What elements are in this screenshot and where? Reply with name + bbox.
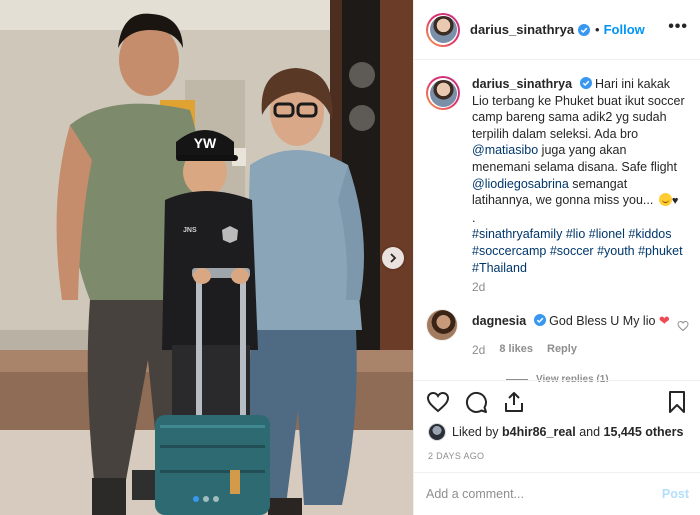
instagram-post-view: YW JNS darius_sinathrya • Follow ••• dar… — [0, 0, 700, 515]
caption-text: darius_sinathrya Hari ini kakak Lio terb… — [472, 76, 686, 276]
hashtag-link[interactable]: #lionel — [589, 227, 625, 241]
comment-meta: 2d 8 likes Reply — [472, 343, 577, 357]
author-username[interactable]: darius_sinathrya — [470, 22, 574, 37]
comment-bubble-icon[interactable] — [464, 390, 488, 414]
carousel-dot-active — [193, 496, 199, 502]
hashtag-link[interactable]: #sinathryafamily — [472, 227, 562, 241]
jacket-logo-text: JNS — [183, 227, 197, 234]
post-date[interactable]: 2 DAYS AGO — [428, 451, 484, 461]
add-comment-bar: Post — [414, 472, 700, 515]
carousel-dot — [203, 496, 209, 502]
mention-link[interactable]: @matiasibo — [472, 143, 538, 157]
liked-by-prefix: Liked by — [452, 425, 499, 439]
caption-author-username[interactable]: darius_sinathrya — [472, 77, 572, 91]
mention-link[interactable]: @liodiegosabrina — [472, 177, 569, 191]
post-comment-button[interactable]: Post — [662, 487, 689, 501]
author-avatar[interactable] — [426, 12, 460, 47]
avatar-image — [429, 79, 457, 107]
comment-body: dagnesia God Bless U My lio ❤ — [472, 309, 672, 341]
hashtag-link[interactable]: #youth — [597, 244, 635, 258]
hashtag-link[interactable]: #soccer — [550, 244, 594, 258]
hashtag-link[interactable]: #kiddos — [628, 227, 671, 241]
comment-text: God Bless U My lio — [549, 314, 656, 328]
action-icon-row — [426, 390, 526, 414]
caption-dot: . — [472, 210, 476, 225]
comment-item: dagnesia God Bless U My lio ❤ — [426, 309, 696, 341]
verified-badge-icon — [578, 23, 591, 36]
comment-timestamp[interactable]: 2d — [472, 343, 485, 357]
header-separator: • — [595, 22, 600, 37]
comment-likes-count[interactable]: 8 likes — [499, 343, 533, 357]
photo-illustration: YW JNS — [0, 0, 413, 515]
more-options-button[interactable]: ••• — [668, 19, 688, 35]
like-heart-icon[interactable] — [426, 390, 450, 414]
post-photo[interactable]: YW JNS — [0, 0, 413, 515]
post-actions: Liked by b4hir86_real and 15,445 others … — [414, 380, 700, 472]
share-upload-icon[interactable] — [502, 390, 526, 414]
cap-logo-text: YW — [194, 135, 217, 151]
caption-timestamp[interactable]: 2d — [472, 280, 485, 294]
commenter-username[interactable]: dagnesia — [472, 314, 526, 328]
comments-scroll-area[interactable]: darius_sinathrya Hari ini kakak Lio terb… — [414, 60, 700, 382]
hashtag-link[interactable]: #Thailand — [472, 261, 527, 275]
caption-heart: ♥ — [671, 195, 679, 208]
liker-avatar[interactable] — [428, 423, 446, 441]
comment-like-heart-icon[interactable] — [677, 319, 689, 335]
add-comment-input[interactable] — [426, 487, 662, 501]
red-heart-emoji: ❤ — [658, 313, 670, 328]
hashtag-list: #sinathryafamily #lio #lionel #kiddos #s… — [472, 226, 686, 276]
post-caption: darius_sinathrya Hari ini kakak Lio terb… — [426, 76, 696, 276]
carousel-dot — [213, 496, 219, 502]
commenter-avatar[interactable] — [426, 309, 458, 341]
next-photo-button[interactable] — [382, 247, 404, 269]
caption-author-avatar[interactable] — [426, 76, 460, 110]
avatar-image — [429, 16, 457, 43]
hashtag-link[interactable]: #lio — [566, 227, 585, 241]
smiling-face-emoji-icon — [658, 193, 672, 207]
liked-by-username[interactable]: b4hir86_real — [502, 425, 576, 439]
bookmark-save-icon[interactable] — [665, 390, 689, 414]
follow-button[interactable]: Follow — [604, 22, 645, 37]
hashtag-link[interactable]: #soccercamp — [472, 244, 546, 258]
liked-by-summary: Liked by b4hir86_real and 15,445 others — [428, 423, 683, 441]
hashtag-link[interactable]: #phuket — [638, 244, 682, 258]
liked-by-and: and — [579, 425, 601, 439]
verified-badge-icon — [579, 77, 592, 89]
post-header: darius_sinathrya • Follow — [414, 0, 700, 60]
verified-badge-icon — [533, 314, 546, 326]
liked-by-count[interactable]: 15,445 others — [604, 425, 684, 439]
carousel-indicator — [193, 496, 219, 502]
chevron-right-icon — [388, 253, 398, 263]
comment-reply-button[interactable]: Reply — [547, 343, 577, 357]
post-side-panel: darius_sinathrya • Follow ••• darius_sin… — [413, 0, 700, 515]
